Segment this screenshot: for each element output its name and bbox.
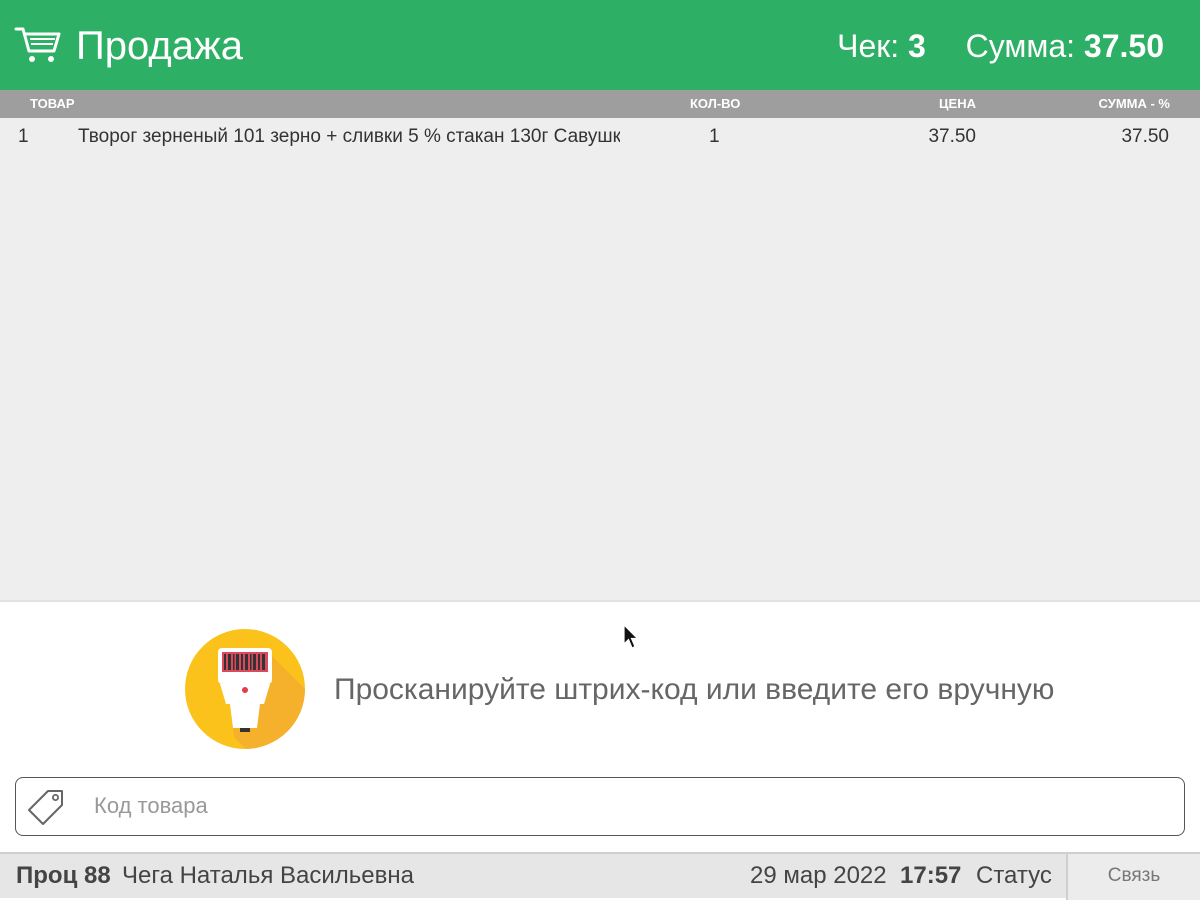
cashier-name: Чега Наталья Васильевна <box>122 862 414 889</box>
processor-number: Проц 88 <box>16 862 111 889</box>
items-table: ТОВАР КОЛ-ВО ЦЕНА СУММА - % 1 Творог зер… <box>0 90 1200 600</box>
check-number: 3 <box>908 28 926 64</box>
product-qty: 1 <box>709 126 720 147</box>
status-bar: Проц 88 Чега Наталья Васильевна 29 мар 2… <box>0 852 1200 900</box>
price-tag-icon <box>28 790 63 825</box>
scan-hint-text: Просканируйте штрих-код или введите его … <box>334 673 1055 706</box>
product-sum: 37.50 <box>1121 126 1169 147</box>
table-row[interactable]: 1 Творог зерненый 101 зерно + сливки 5 %… <box>0 118 1200 156</box>
current-date: 29 мар 2022 <box>750 862 887 889</box>
column-header-qty: КОЛ-ВО <box>690 96 741 111</box>
page-title: Продажа <box>76 24 243 68</box>
product-price: 37.50 <box>928 126 976 147</box>
table-header: ТОВАР КОЛ-ВО ЦЕНА СУММА - % <box>0 90 1200 118</box>
sum-label: Сумма: <box>965 28 1076 64</box>
check-label: Чек: <box>837 28 900 64</box>
mouse-cursor-icon <box>623 624 639 649</box>
shopping-cart-icon <box>14 27 61 62</box>
product-code-input[interactable] <box>92 786 1172 826</box>
column-header-price: ЦЕНА <box>939 96 976 111</box>
scan-hint-panel: Просканируйте штрих-код или введите его … <box>0 600 1200 770</box>
receipt-totals: Чек: 3 Сумма: 37.50 <box>837 24 1164 68</box>
column-header-sum: СУММА - % <box>1098 96 1170 111</box>
header-bar: Продажа Чек: 3 Сумма: 37.50 <box>0 0 1200 90</box>
sum-value: 37.50 <box>1083 28 1164 64</box>
status-button[interactable]: Статус <box>976 862 1052 890</box>
product-code-field[interactable] <box>15 777 1185 836</box>
product-name: Творог зерненый 101 зерно + сливки 5 % с… <box>78 126 620 147</box>
row-number: 1 <box>18 126 29 147</box>
current-time: 17:57 <box>900 862 962 889</box>
column-header-item: ТОВАР <box>30 96 75 111</box>
connection-button[interactable]: Связь <box>1066 854 1200 900</box>
barcode-scanner-icon <box>185 629 305 749</box>
